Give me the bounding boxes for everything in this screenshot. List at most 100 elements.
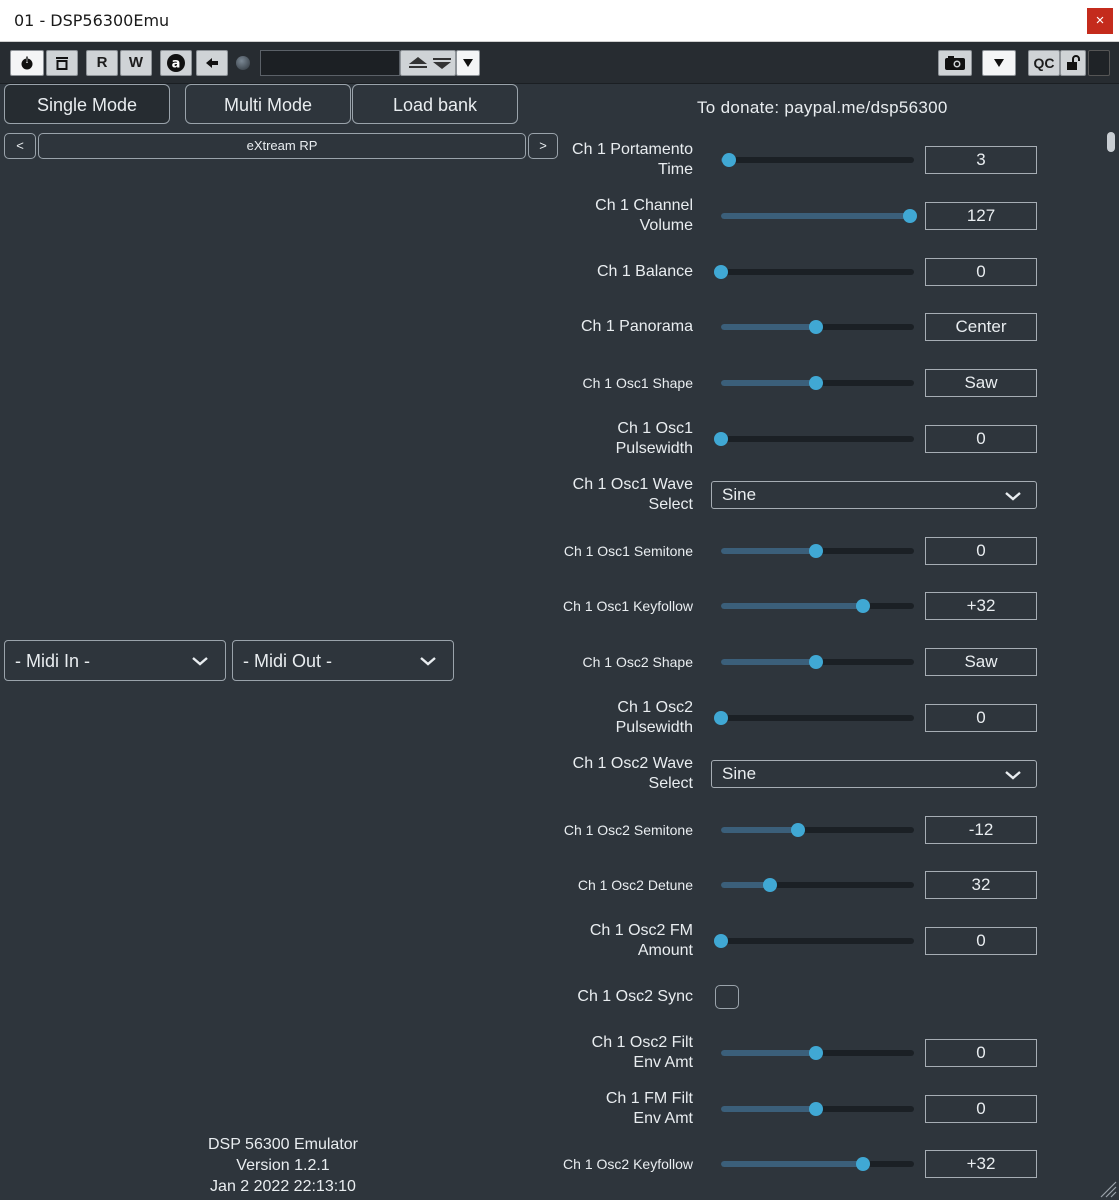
param-value-field[interactable]: 0	[925, 927, 1037, 955]
midi-out-dropdown[interactable]: - Midi Out -	[232, 640, 454, 681]
slider-knob[interactable]	[808, 376, 823, 390]
power-button[interactable]	[10, 50, 44, 76]
preset-up-down-buttons[interactable]	[400, 50, 456, 76]
param-select[interactable]: Sine	[711, 481, 1037, 509]
arrow-up-down-icon	[409, 57, 451, 69]
svg-text:a: a	[172, 57, 181, 72]
write-automation-button[interactable]: W	[120, 50, 152, 76]
param-slider[interactable]	[721, 1157, 914, 1171]
param-value-field[interactable]: 0	[925, 1039, 1037, 1067]
param-slider[interactable]	[721, 376, 914, 390]
midi-out-label: - Midi Out -	[243, 651, 333, 671]
param-label-line1: Ch 1 Osc2 Sync	[577, 988, 693, 1005]
slider-knob[interactable]	[721, 153, 736, 167]
slider-knob[interactable]	[714, 934, 728, 948]
param-label-line1: Ch 1 Osc2 Wave	[572, 755, 693, 772]
param-label: Ch 1 Osc1 Keyfollow	[503, 596, 693, 616]
param-slider[interactable]	[721, 1102, 914, 1116]
slider-fill	[721, 380, 818, 386]
slider-knob[interactable]	[903, 209, 917, 223]
param-value-field[interactable]: +32	[925, 1150, 1037, 1178]
param-slider[interactable]	[721, 1046, 914, 1060]
slider-knob[interactable]	[808, 1102, 823, 1116]
compare-button[interactable]	[46, 50, 78, 76]
preset-dropdown-button[interactable]	[456, 50, 480, 76]
param-label-line2: Select	[648, 775, 693, 792]
param-label: Ch 1 Osc2 Filt Env Amt	[503, 1033, 693, 1073]
snapshot-dropdown-button[interactable]	[982, 50, 1016, 76]
param-label: Ch 1 Osc2 Shape	[503, 652, 693, 672]
param-value-field[interactable]: 0	[925, 425, 1037, 453]
param-slider[interactable]	[721, 544, 914, 558]
param-label: Ch 1 Osc2 FM Amount	[503, 921, 693, 961]
param-value-field[interactable]: 127	[925, 202, 1037, 230]
slider-knob[interactable]	[763, 878, 778, 892]
slider-knob[interactable]	[855, 599, 870, 613]
param-value-field[interactable]: Saw	[925, 369, 1037, 397]
preset-name-display[interactable]: eXtream RP	[38, 133, 526, 159]
param-slider[interactable]	[721, 878, 914, 892]
slider-knob[interactable]	[714, 711, 728, 725]
version-info: DSP 56300 Emulator Version 1.2.1 Jan 2 2…	[180, 1134, 386, 1197]
slider-knob[interactable]	[808, 1046, 823, 1060]
param-value-field[interactable]: 0	[925, 537, 1037, 565]
close-button[interactable]: ×	[1087, 8, 1113, 34]
param-label-line1: Ch 1 Osc2 Shape	[582, 654, 693, 670]
param-value-field[interactable]: 32	[925, 871, 1037, 899]
param-slider[interactable]	[721, 209, 917, 223]
param-value-field[interactable]: Saw	[925, 648, 1037, 676]
slider-knob[interactable]	[855, 1157, 870, 1171]
param-slider[interactable]	[721, 320, 914, 334]
param-slider[interactable]	[721, 599, 914, 613]
multi-mode-button[interactable]: Multi Mode	[185, 84, 351, 124]
param-slider[interactable]	[721, 153, 914, 167]
arrow-left-icon	[206, 58, 218, 68]
slider-knob[interactable]	[714, 265, 728, 279]
slider-knob[interactable]	[791, 823, 806, 837]
slider-knob[interactable]	[808, 320, 823, 334]
param-value-field[interactable]: Center	[925, 313, 1037, 341]
param-value-field[interactable]: 0	[925, 258, 1037, 286]
quick-controls-button[interactable]: QC	[1028, 50, 1060, 76]
resize-grip-icon[interactable]	[1097, 1178, 1117, 1198]
param-label-line2: Pulsewidth	[615, 440, 693, 457]
param-value-field[interactable]: +32	[925, 592, 1037, 620]
param-slider[interactable]	[714, 265, 914, 279]
param-label: Ch 1 Osc2 Semitone	[503, 820, 693, 840]
param-slider[interactable]	[714, 432, 914, 446]
param-slider[interactable]	[714, 934, 914, 948]
single-mode-button[interactable]: Single Mode	[4, 84, 170, 124]
param-value-field[interactable]: 3	[925, 146, 1037, 174]
param-label-line1: Ch 1 Osc2 Detune	[577, 877, 693, 893]
slider-knob[interactable]	[714, 432, 728, 446]
param-value-field[interactable]: -12	[925, 816, 1037, 844]
vertical-scrollbar[interactable]	[1107, 132, 1115, 152]
param-value-field[interactable]: 0	[925, 704, 1037, 732]
snapshot-button[interactable]	[938, 50, 972, 76]
read-automation-button[interactable]: R	[86, 50, 118, 76]
preset-name-field[interactable]	[260, 50, 400, 76]
prev-preset-button[interactable]: <	[4, 133, 36, 159]
param-checkbox[interactable]	[715, 985, 739, 1009]
param-label-line1: Ch 1 Osc1 Semitone	[563, 543, 693, 559]
back-button[interactable]	[196, 50, 228, 76]
param-label-line1: Ch 1 FM Filt	[605, 1090, 693, 1107]
param-label: Ch 1 Balance	[503, 262, 693, 282]
param-slider[interactable]	[714, 711, 914, 725]
midi-in-dropdown[interactable]: - Midi In -	[4, 640, 226, 681]
param-value-field[interactable]: 0	[925, 1095, 1037, 1123]
toolbar-extra-slot[interactable]	[1088, 50, 1110, 76]
param-label-line1: Ch 1 Osc1 Keyfollow	[563, 598, 693, 614]
param-slider[interactable]	[721, 655, 914, 669]
param-slider[interactable]	[721, 823, 914, 837]
param-label-line1: Ch 1 Osc1 Shape	[582, 375, 693, 391]
lock-button[interactable]	[1060, 50, 1086, 76]
param-select[interactable]: Sine	[711, 760, 1037, 788]
slider-knob[interactable]	[808, 655, 823, 669]
slider-fill	[721, 548, 818, 554]
param-label: Ch 1 Osc1 Shape	[503, 373, 693, 393]
load-bank-button[interactable]: Load bank	[352, 84, 518, 124]
slider-knob[interactable]	[808, 544, 823, 558]
param-label-line1: Ch 1 Channel	[595, 197, 693, 214]
auto-button[interactable]: a	[160, 50, 192, 76]
